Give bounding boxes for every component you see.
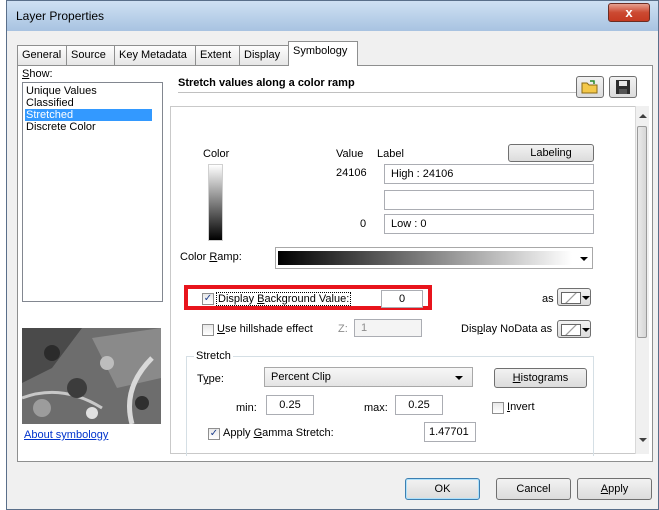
list-item-classified[interactable]: Classified (25, 97, 152, 109)
max-label: max: (364, 402, 388, 414)
symbology-panel: Show: Unique Values Classified Stretched… (17, 65, 653, 462)
list-item-discrete-color[interactable]: Discrete Color (25, 121, 152, 133)
ok-button[interactable]: OK (405, 478, 480, 500)
background-value-field[interactable]: 0 (381, 290, 423, 308)
gamma-stretch-label: Apply Gamma Stretch: (223, 427, 334, 439)
color-ramp-dropdown[interactable] (275, 247, 593, 269)
tab-label: Source (71, 49, 106, 61)
tab-key-metadata[interactable]: Key Metadata (114, 45, 196, 65)
type-label: Type: (197, 373, 224, 385)
title-bar: Layer Properties x (7, 1, 658, 31)
hillshade-checkbox[interactable] (202, 324, 214, 336)
color-ramp-preview (278, 251, 572, 265)
save-icon (615, 80, 631, 98)
show-label: Show: (22, 68, 53, 80)
labeling-button[interactable]: Labeling (508, 144, 594, 162)
tab-general[interactable]: General (17, 45, 67, 65)
chevron-down-icon (580, 257, 588, 261)
stretch-type-dropdown[interactable]: Percent Clip (264, 367, 473, 387)
layer-properties-window: Layer Properties x General Source Key Me… (6, 0, 659, 510)
background-as-label: as (542, 293, 554, 305)
scrollbar-thumb[interactable] (637, 126, 647, 338)
min-value-field[interactable]: 0.25 (266, 395, 314, 415)
vertical-scrollbar[interactable] (635, 106, 649, 454)
color-column-header: Color (203, 148, 230, 160)
invert-checkbox[interactable] (492, 402, 504, 414)
z-label: Z: (338, 323, 348, 335)
close-icon: x (625, 5, 633, 20)
background-color-picker[interactable] (557, 288, 591, 306)
save-layer-file-button[interactable] (609, 76, 637, 98)
color-ramp-label: Color Ramp: (180, 251, 242, 263)
stretch-type-value: Percent Clip (271, 371, 331, 383)
low-label-field[interactable]: Low : 0 (384, 214, 594, 234)
cancel-button[interactable]: Cancel (496, 478, 571, 500)
gamma-stretch-checkbox[interactable]: ✓ (208, 428, 220, 440)
tab-label: Symbology (293, 45, 348, 57)
z-factor-field[interactable]: 1 (354, 319, 422, 337)
scroll-up-icon[interactable] (639, 114, 647, 118)
tab-extent[interactable]: Extent (195, 45, 240, 65)
chevron-down-icon (582, 328, 590, 332)
renderer-heading: Stretch values along a color ramp (178, 77, 355, 89)
chevron-down-icon (455, 376, 463, 380)
label-column-header: Label (377, 148, 404, 160)
nodata-color-picker[interactable] (557, 320, 591, 338)
list-item-stretched[interactable]: Stretched (25, 109, 152, 121)
high-label-field[interactable]: High : 24106 (384, 164, 594, 184)
gamma-value-field[interactable]: 1.47701 (424, 422, 476, 442)
about-symbology-link[interactable]: About symbology (24, 429, 108, 441)
color-ramp-swatch (208, 164, 223, 241)
folder-open-icon (581, 80, 599, 98)
apply-button[interactable]: Apply (577, 478, 652, 500)
window-title: Layer Properties (16, 9, 105, 23)
display-background-label: Display Background Value: (216, 292, 352, 306)
min-label: min: (236, 402, 257, 414)
tab-source[interactable]: Source (66, 45, 115, 65)
open-layer-file-button[interactable] (576, 76, 604, 98)
histograms-button[interactable]: Histograms (494, 368, 587, 388)
tab-label: Extent (200, 49, 232, 61)
low-value: 0 (360, 218, 367, 230)
high-value: 24106 (336, 167, 367, 179)
tab-symbology[interactable]: Symbology (288, 41, 358, 66)
tab-label: General (22, 49, 62, 61)
close-button[interactable]: x (608, 3, 650, 22)
tab-label: Key Metadata (119, 49, 187, 61)
hillshade-label: Use hillshade effect (217, 323, 313, 335)
chevron-down-icon (582, 296, 590, 300)
stretch-group-label: Stretch (194, 350, 233, 362)
no-color-swatch-icon (561, 292, 581, 304)
list-item-unique-values[interactable]: Unique Values (25, 85, 152, 97)
heading-divider (178, 92, 578, 93)
display-background-checkbox[interactable]: ✓ (202, 293, 214, 305)
scroll-down-icon[interactable] (639, 438, 647, 442)
invert-label: Invert (507, 401, 535, 413)
tab-label: Display (244, 49, 281, 61)
tab-display[interactable]: Display (239, 45, 289, 65)
mid-label-field[interactable] (384, 190, 594, 210)
value-column-header: Value (336, 148, 364, 160)
show-list[interactable]: Unique Values Classified Stretched Discr… (22, 82, 163, 302)
max-value-field[interactable]: 0.25 (395, 395, 443, 415)
no-color-swatch-icon (561, 324, 581, 336)
nodata-label: Display NoData as (461, 323, 553, 335)
symbology-preview-image (21, 328, 161, 425)
